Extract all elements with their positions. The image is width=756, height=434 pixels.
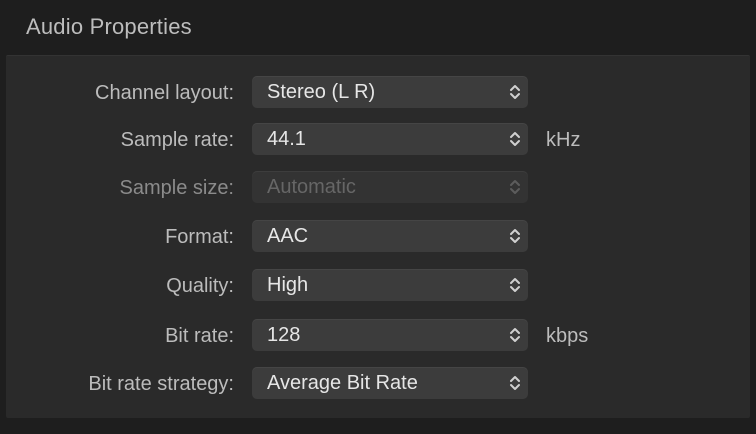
section-title: Audio Properties [26, 14, 192, 39]
sample-rate-row: Sample rate: 44.1 kHz [6, 123, 750, 157]
chevron-up-down-icon [509, 374, 521, 392]
audio-properties-panel: Channel layout: Stereo (L R) Sample rate… [6, 55, 750, 418]
bit-rate-strategy-label: Bit rate strategy: [88, 373, 234, 395]
chevron-up-down-icon [509, 130, 521, 148]
bit-rate-strategy-row: Bit rate strategy: Average Bit Rate [6, 367, 750, 401]
chevron-up-down-icon [509, 227, 521, 245]
bit-rate-strategy-value: Average Bit Rate [267, 372, 418, 394]
quality-row: Quality: High [6, 269, 750, 303]
format-row: Format: AAC [6, 220, 750, 254]
sample-rate-label: Sample rate: [120, 129, 234, 151]
sample-rate-value: 44.1 [267, 128, 306, 150]
format-value: AAC [267, 225, 309, 247]
bit-rate-unit: kbps [546, 325, 589, 347]
quality-label: Quality: [166, 275, 234, 297]
bit-rate-strategy-popup[interactable]: Average Bit Rate [252, 367, 528, 399]
format-label: Format: [165, 226, 234, 248]
sample-size-label: Sample size: [119, 177, 235, 199]
channel-layout-value: Stereo (L R) [267, 81, 376, 103]
chevron-up-down-icon [509, 326, 521, 344]
chevron-up-down-icon [509, 276, 521, 294]
sample-rate-popup[interactable]: 44.1 [252, 123, 528, 155]
bit-rate-label: Bit rate: [165, 325, 234, 347]
bit-rate-row: Bit rate: 128 kbps [6, 319, 750, 353]
bit-rate-popup[interactable]: 128 [252, 319, 528, 351]
quality-value: High [267, 274, 309, 296]
quality-popup[interactable]: High [252, 269, 528, 301]
bit-rate-value: 128 [267, 324, 301, 346]
chevron-up-down-icon [509, 83, 521, 101]
format-popup[interactable]: AAC [252, 220, 528, 252]
chevron-up-down-icon [509, 178, 521, 196]
sample-size-value: Automatic [267, 176, 356, 198]
channel-layout-popup[interactable]: Stereo (L R) [252, 76, 528, 108]
sample-size-row: Sample size: Automatic [6, 171, 750, 205]
sample-rate-unit: kHz [546, 129, 581, 151]
channel-layout-row: Channel layout: Stereo (L R) [6, 76, 750, 110]
sample-size-popup: Automatic [252, 171, 528, 203]
channel-layout-label: Channel layout: [95, 82, 234, 104]
